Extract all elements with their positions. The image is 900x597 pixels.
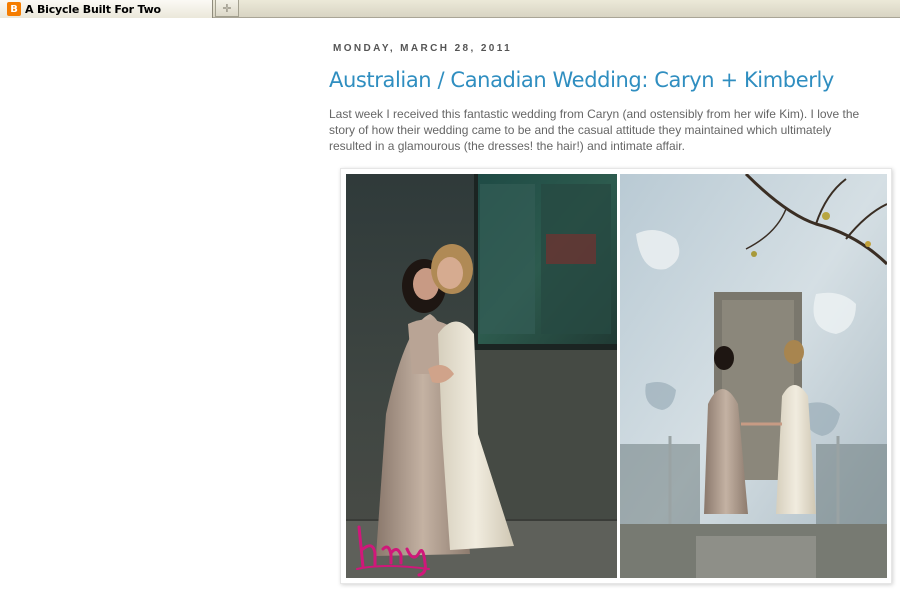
post-title[interactable]: Australian / Canadian Wedding: Caryn + K… <box>329 68 834 92</box>
tab-title: A Bicycle Built For Two <box>25 2 161 16</box>
new-tab-button[interactable]: ✛ <box>215 0 239 17</box>
wedding-photo[interactable] <box>346 174 887 578</box>
browser-tab[interactable]: B A Bicycle Built For Two <box>0 0 213 18</box>
blogger-icon: B <box>7 2 21 16</box>
post-body: Last week I received this fantastic wedd… <box>329 107 860 153</box>
plus-icon: ✛ <box>222 1 232 15</box>
photographer-watermark <box>356 525 430 577</box>
post-date: Monday, March 28, 2011 <box>333 43 513 54</box>
browser-tab-bar: B A Bicycle Built For Two ✛ <box>0 0 900 18</box>
